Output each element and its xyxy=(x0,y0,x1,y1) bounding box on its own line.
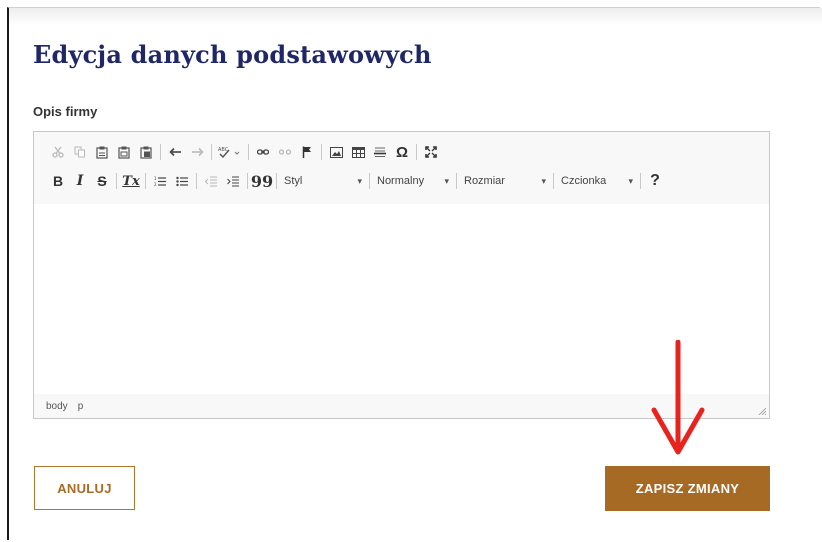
spellcheck-icon[interactable]: ABC xyxy=(215,142,245,162)
horizontal-line-icon[interactable] xyxy=(369,142,391,162)
copy-icon[interactable] xyxy=(69,142,91,162)
save-changes-button[interactable]: ZAPISZ ZMIANY xyxy=(605,466,770,511)
toolbar-separator xyxy=(196,173,197,189)
font-combo-label: Czcionka xyxy=(561,175,607,187)
format-combo[interactable]: Normalny ▾ xyxy=(373,171,453,191)
red-arrow-annotation xyxy=(651,340,705,455)
chevron-down-icon: ▾ xyxy=(541,175,546,186)
paste-word-icon[interactable] xyxy=(135,142,157,162)
bold-button[interactable]: B xyxy=(47,171,69,191)
svg-text:2: 2 xyxy=(154,182,157,187)
svg-text:1: 1 xyxy=(154,176,157,181)
resize-handle-icon[interactable] xyxy=(758,407,766,415)
undo-icon[interactable] xyxy=(164,142,186,162)
toolbar-separator xyxy=(369,173,370,189)
chevron-down-icon: ▾ xyxy=(357,175,362,186)
italic-button[interactable]: I xyxy=(69,171,91,191)
toolbar-separator xyxy=(416,144,417,160)
toolbar-separator xyxy=(553,173,554,189)
toolbar-separator xyxy=(247,173,248,189)
paste-icon[interactable] xyxy=(91,142,113,162)
editor-toolbar: ABC Ω B I S Tx 1 2 99 Styl ▾ Normalny ▾ … xyxy=(34,132,769,205)
maximize-icon[interactable] xyxy=(420,142,442,162)
link-icon[interactable] xyxy=(252,142,274,162)
decrease-indent-icon[interactable] xyxy=(200,171,222,191)
field-label-opis-firmy: Opis firmy xyxy=(33,104,98,119)
paste-text-icon[interactable] xyxy=(113,142,135,162)
element-path-body[interactable]: body xyxy=(46,401,68,412)
increase-indent-icon[interactable] xyxy=(222,171,244,191)
top-shade xyxy=(9,8,822,26)
special-char-icon[interactable]: Ω xyxy=(391,142,413,162)
style-combo[interactable]: Styl ▾ xyxy=(280,171,366,191)
cancel-button[interactable]: ANULUJ xyxy=(34,466,135,510)
help-button[interactable]: ? xyxy=(644,171,666,191)
format-combo-label: Normalny xyxy=(377,175,425,187)
toolbar-row-2: B I S Tx 12 99 Styl ▾ Normalny ▾ Rozmiar… xyxy=(47,170,666,192)
cut-icon[interactable] xyxy=(47,142,69,162)
redo-icon[interactable] xyxy=(186,142,208,162)
toolbar-separator xyxy=(160,144,161,160)
unlink-icon[interactable] xyxy=(274,142,296,162)
toolbar-separator xyxy=(145,173,146,189)
style-combo-label: Styl xyxy=(284,175,303,187)
chevron-down-icon: ▾ xyxy=(444,175,449,186)
image-icon[interactable] xyxy=(325,142,347,162)
numbered-list-icon[interactable]: 12 xyxy=(149,171,171,191)
bulleted-list-icon[interactable] xyxy=(171,171,193,191)
toolbar-separator xyxy=(321,144,322,160)
toolbar-separator xyxy=(248,144,249,160)
strikethrough-button[interactable]: S xyxy=(91,171,113,191)
table-icon[interactable] xyxy=(347,142,369,162)
anchor-icon[interactable] xyxy=(296,142,318,162)
size-combo[interactable]: Rozmiar ▾ xyxy=(460,171,550,191)
toolbar-separator xyxy=(116,173,117,189)
blockquote-button[interactable]: 99 xyxy=(251,171,273,191)
element-path-p[interactable]: p xyxy=(78,401,84,412)
toolbar-separator xyxy=(211,144,212,160)
font-combo[interactable]: Czcionka ▾ xyxy=(557,171,637,191)
toolbar-row-1: ABC Ω xyxy=(47,141,442,163)
toolbar-separator xyxy=(456,173,457,189)
page-title: Edycja danych podstawowych xyxy=(33,40,432,69)
toolbar-separator xyxy=(640,173,641,189)
remove-format-button[interactable]: Tx xyxy=(120,171,142,191)
chevron-down-icon: ▾ xyxy=(628,175,633,186)
size-combo-label: Rozmiar xyxy=(464,175,505,187)
toolbar-separator xyxy=(276,173,277,189)
